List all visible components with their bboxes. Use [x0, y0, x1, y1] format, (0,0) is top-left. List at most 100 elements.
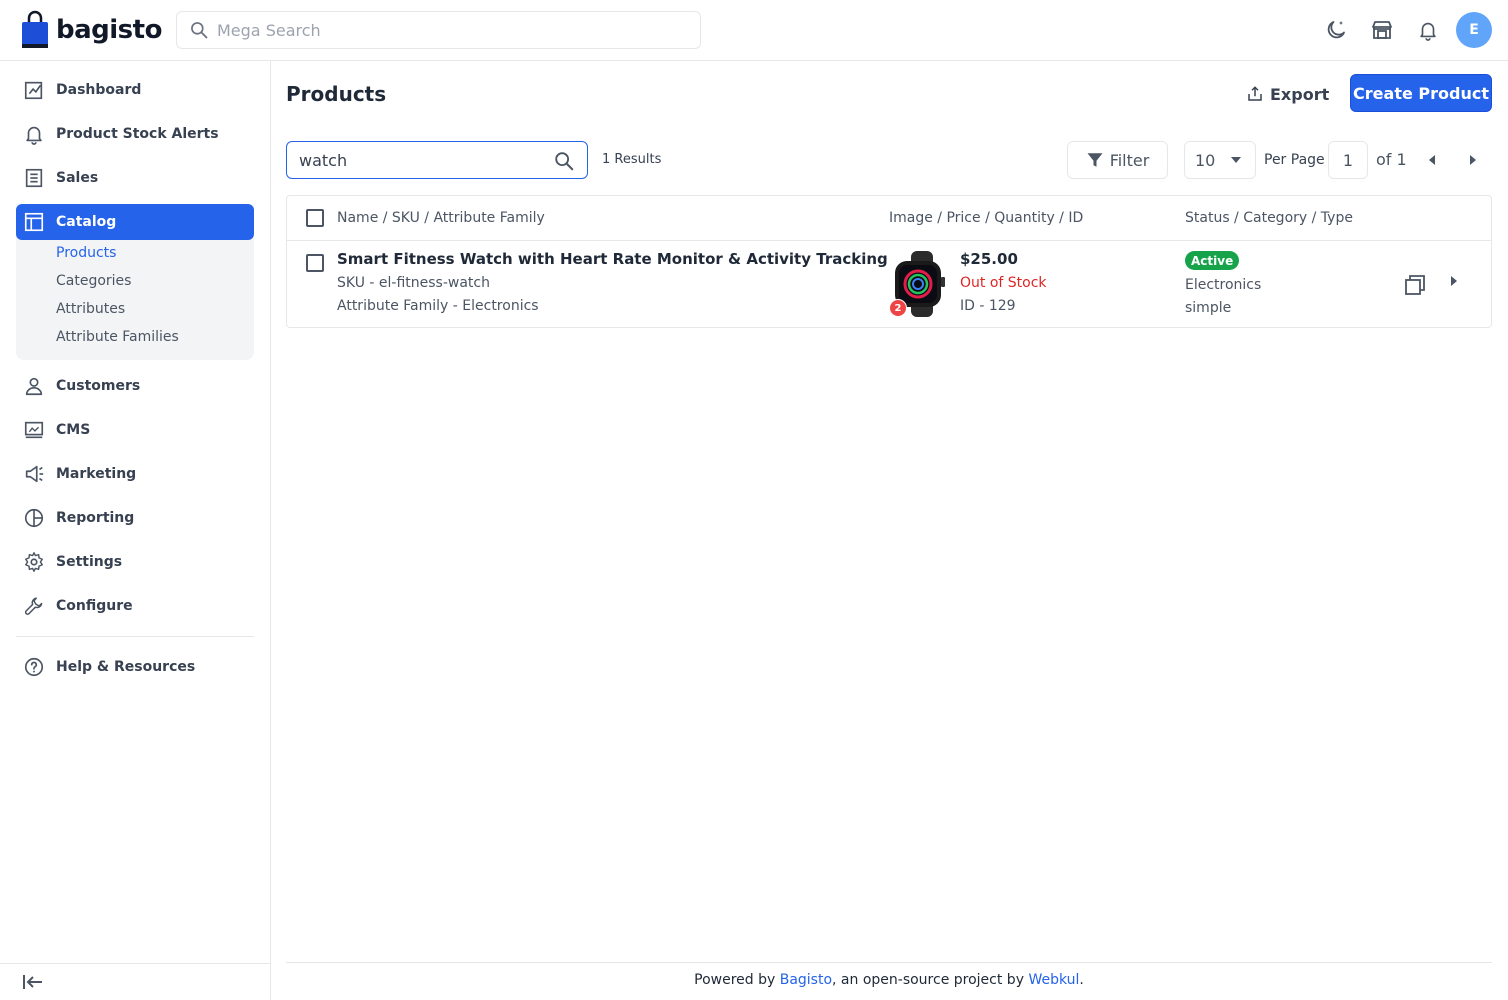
sidebar-footer [0, 963, 270, 1000]
export-icon [1246, 85, 1264, 103]
footer-middle: , an open-source project by [832, 972, 1029, 988]
per-page-value: 10 [1195, 150, 1216, 170]
sidebar-item-label: Catalog [56, 214, 117, 230]
shopping-bag-icon [20, 10, 50, 50]
sidebar-item-sales[interactable]: Sales [16, 160, 254, 196]
datagrid-search-input[interactable] [299, 150, 549, 170]
sidebar-item-dashboard[interactable]: Dashboard [16, 72, 254, 108]
sidebar-item-cms[interactable]: CMS [16, 412, 254, 448]
sidebar-item-label: Sales [56, 170, 99, 186]
sidebar-item-label: Dashboard [56, 82, 142, 98]
bell-icon [22, 122, 46, 146]
sidebar-item-label: Marketing [56, 466, 137, 482]
sidebar-item-label: Configure [56, 598, 133, 614]
product-stock-status: Out of Stock [960, 275, 1047, 291]
dashboard-icon [22, 78, 46, 102]
sidebar-subitem-products[interactable]: Products [56, 245, 116, 261]
sidebar-item-label: Help & Resources [56, 659, 196, 675]
sidebar-item-help-resources[interactable]: Help & Resources [16, 649, 254, 685]
sidebar-subitem-categories[interactable]: Categories [56, 273, 131, 289]
select-all-checkbox[interactable] [306, 209, 324, 227]
footer: Powered by Bagisto, an open-source proje… [286, 972, 1492, 988]
sidebar-item-label: Settings [56, 554, 123, 570]
view-product-arrow-icon[interactable] [1449, 275, 1459, 287]
notification-bell-icon[interactable] [1415, 17, 1441, 43]
sidebar-item-label: CMS [56, 422, 91, 438]
user-avatar[interactable]: E [1456, 12, 1492, 48]
sidebar: Dashboard Product Stock Alerts Sales Cat… [0, 61, 271, 1000]
logo[interactable]: bagisto [20, 10, 162, 50]
export-label: Export [1270, 84, 1330, 104]
results-count: 1 Results [602, 152, 662, 167]
sidebar-item-marketing[interactable]: Marketing [16, 456, 254, 492]
bagisto-link[interactable]: Bagisto [780, 972, 832, 988]
mega-search[interactable] [176, 11, 701, 49]
caret-down-icon [1231, 157, 1241, 164]
pie-chart-icon [22, 506, 46, 530]
filter-icon [1086, 151, 1104, 169]
column-header-image[interactable]: Image / Price / Quantity / ID [889, 210, 1083, 226]
sidebar-item-label: Reporting [56, 510, 135, 526]
sidebar-subitem-attribute-families[interactable]: Attribute Families [56, 329, 179, 345]
filter-label: Filter [1109, 150, 1150, 170]
sidebar-item-catalog[interactable]: Catalog [16, 204, 254, 240]
product-price: $25.00 [960, 250, 1018, 268]
column-header-name[interactable]: Name / SKU / Attribute Family [337, 210, 545, 226]
wrench-icon [22, 594, 46, 618]
user-icon [22, 374, 46, 398]
footer-suffix: . [1079, 972, 1084, 988]
per-page-select[interactable]: 10 [1184, 141, 1256, 179]
row-checkbox[interactable] [306, 254, 324, 272]
search-icon[interactable] [553, 150, 575, 172]
copy-icon[interactable] [1403, 273, 1427, 297]
logo-text: bagisto [56, 15, 162, 45]
catalog-icon [22, 210, 46, 234]
product-id: ID - 129 [960, 298, 1016, 314]
sidebar-item-label: Product Stock Alerts [56, 126, 219, 142]
top-header: bagisto E [0, 0, 1508, 61]
status-badge: Active [1185, 251, 1240, 270]
storefront-icon[interactable] [1369, 17, 1395, 43]
catalog-group: Catalog Products Categories Attributes A… [16, 204, 254, 360]
sidebar-divider [16, 636, 254, 637]
product-attribute-family: Attribute Family - Electronics [337, 298, 539, 314]
sidebar-item-customers[interactable]: Customers [16, 368, 254, 404]
products-table: Name / SKU / Attribute Family Image / Pr… [286, 195, 1492, 328]
sidebar-item-configure[interactable]: Configure [16, 588, 254, 624]
table-header: Name / SKU / Attribute Family Image / Pr… [287, 196, 1491, 241]
footer-prefix: Powered by [694, 972, 780, 988]
create-product-button[interactable]: Create Product [1350, 74, 1492, 112]
sidebar-item-label: Customers [56, 378, 141, 394]
page-count: of 1 [1376, 150, 1407, 169]
receipt-icon [22, 166, 46, 190]
column-header-status[interactable]: Status / Category / Type [1185, 210, 1353, 226]
collapse-sidebar-icon[interactable] [22, 974, 44, 990]
image-count-badge: 2 [889, 299, 907, 317]
product-image: 2 [889, 251, 955, 317]
product-sku: SKU - el-fitness-watch [337, 275, 490, 291]
gear-icon [22, 550, 46, 574]
monitor-icon [22, 418, 46, 442]
sidebar-item-product-stock-alerts[interactable]: Product Stock Alerts [16, 116, 254, 152]
sidebar-subitem-attributes[interactable]: Attributes [56, 301, 125, 317]
product-type: simple [1185, 300, 1232, 316]
sidebar-item-reporting[interactable]: Reporting [16, 500, 254, 536]
product-name: Smart Fitness Watch with Heart Rate Moni… [337, 250, 888, 268]
filter-button[interactable]: Filter [1067, 141, 1168, 179]
page-title: Products [286, 82, 387, 106]
previous-page-icon[interactable] [1423, 151, 1441, 169]
search-icon [189, 20, 209, 40]
help-icon [22, 655, 46, 679]
product-category: Electronics [1185, 277, 1262, 293]
sidebar-item-settings[interactable]: Settings [16, 544, 254, 580]
webkul-link[interactable]: Webkul [1028, 972, 1079, 988]
next-page-icon[interactable] [1464, 151, 1482, 169]
dark-mode-icon[interactable] [1323, 17, 1349, 43]
mega-search-input[interactable] [217, 20, 677, 40]
footer-divider [286, 962, 1492, 963]
page-number-input[interactable] [1328, 141, 1368, 179]
datagrid-search[interactable] [286, 141, 588, 179]
export-button[interactable]: Export [1246, 80, 1329, 108]
table-row: Smart Fitness Watch with Heart Rate Moni… [287, 241, 1491, 327]
per-page-label: Per Page [1264, 152, 1325, 168]
